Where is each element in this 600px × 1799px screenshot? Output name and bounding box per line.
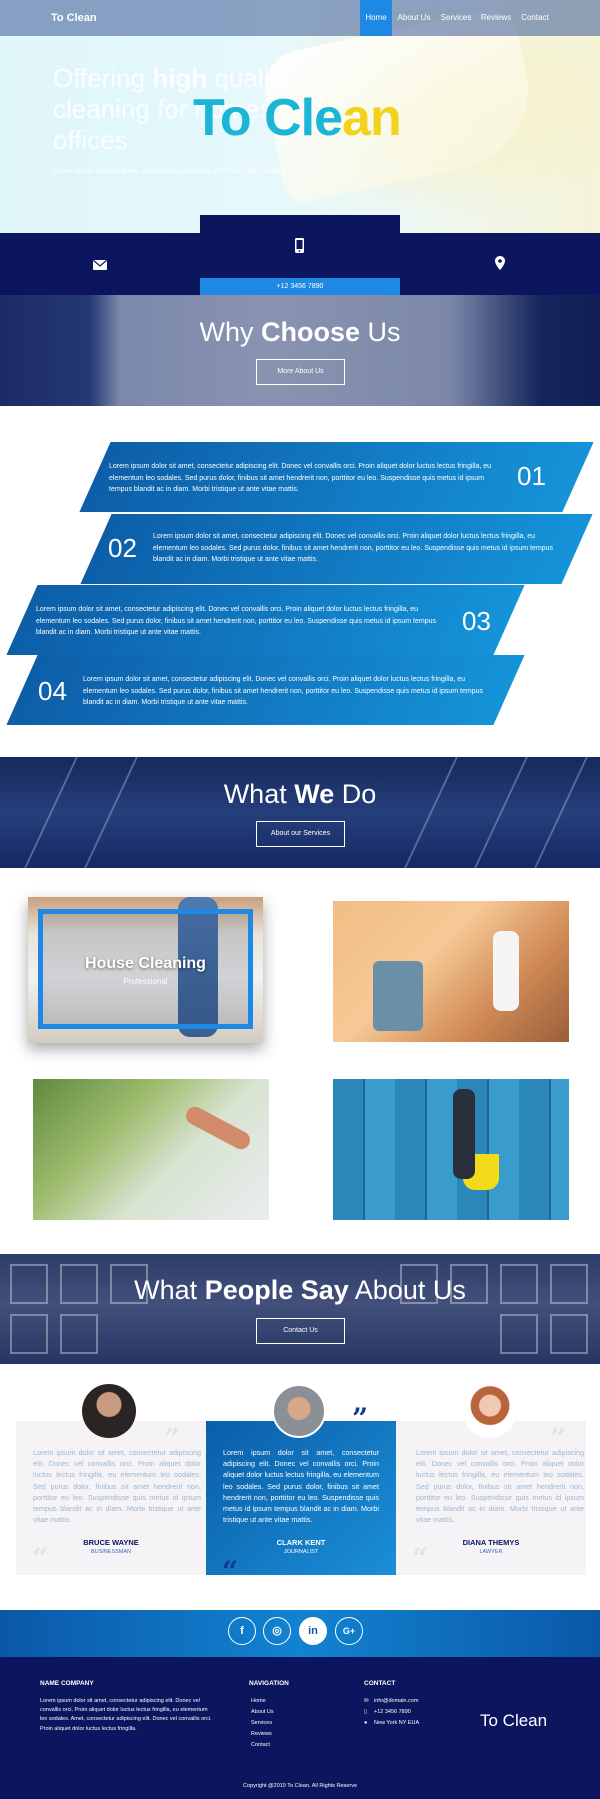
avatar-clark-kent (272, 1384, 326, 1438)
avatar-bruce-wayne (82, 1384, 136, 1438)
house-cleaning-title: House Cleaning (85, 955, 206, 972)
why-choose-banner: Why Choose Us More About Us (0, 295, 600, 406)
why-choose-title: Why Choose Us (199, 317, 401, 347)
footer-company-heading: NAME COMPANY (40, 1680, 94, 1687)
feature-03-text: Lorem ipsum dolor sit amet, consectetur … (36, 606, 436, 636)
feature-card-02: 02 Lorem ipsum dolor sit amet, consectet… (80, 514, 593, 584)
top-navbar: To Clean Home About Us Services Reviews … (0, 0, 600, 36)
worker-figure (493, 931, 519, 1011)
feature-card-03: Lorem ipsum dolor sit amet, consectetur … (6, 585, 525, 655)
nav-home[interactable]: Home (360, 0, 392, 36)
google-plus-icon[interactable]: G+ (335, 1617, 363, 1645)
testimonial-1-text: Lorem ipsum dolor sit amet, consectetur … (33, 1448, 201, 1525)
feature-01-number: 01 (517, 461, 546, 491)
hero-subtitle: Lorem ipsum dolor sit amet, consectetur … (53, 168, 301, 175)
facade-cleaning-photo[interactable] (333, 1079, 569, 1220)
bin-shape (373, 961, 423, 1031)
window-cleaning-photo[interactable] (33, 1079, 269, 1220)
avatar-diana-themys (463, 1384, 517, 1438)
footer-email[interactable]: info@domain.com (374, 1698, 418, 1704)
testimonial-3-name: DIANA THEMYS (462, 1538, 520, 1547)
nav-reviews[interactable]: Reviews (478, 0, 514, 36)
feature-04-number: 04 (38, 676, 67, 706)
footer-link-contact[interactable]: Contact (251, 1742, 270, 1748)
climber-figure (453, 1089, 475, 1179)
feature-02-number: 02 (108, 533, 137, 563)
footer-link-about[interactable]: About Us (251, 1709, 274, 1715)
location-icon: ● (364, 1720, 368, 1726)
about-services-button[interactable]: About our Services (256, 821, 345, 847)
feature-04-text: Lorem ipsum dolor sit amet, consectetur … (83, 676, 483, 706)
mobile-icon[interactable] (295, 238, 304, 258)
nav-contact[interactable]: Contact (517, 0, 553, 36)
envelope-icon[interactable] (92, 257, 108, 275)
footer-contact-heading: CONTACT (364, 1680, 396, 1687)
feature-card-01: Lorem ipsum dolor sit amet, consectetur … (79, 442, 594, 512)
hero-logo: To Clean (193, 89, 402, 147)
feature-card-04: 04 Lorem ipsum dolor sit amet, consectet… (6, 655, 525, 725)
phone-icon: ▯ (364, 1709, 368, 1715)
renovation-cleaning-photo[interactable] (333, 901, 569, 1042)
footer-logo[interactable]: To Clean (480, 1711, 547, 1731)
email-icon: ✉ (364, 1698, 369, 1704)
hand-squeegee (182, 1103, 254, 1153)
testimonial-3-role: LAWYER (479, 1549, 503, 1555)
feature-03-number: 03 (462, 606, 491, 636)
testimonial-card-2: Lorem ipsum dolor sit amet, consectetur … (206, 1421, 396, 1575)
contact-phone[interactable]: +12 3456 7890 (200, 278, 400, 295)
nav-about-us[interactable]: About Us (395, 0, 433, 36)
footer-navigation-heading: NAVIGATION (249, 1680, 289, 1687)
what-we-do-banner: What We Do About our Services (0, 757, 600, 868)
quote-open-icon: “ (222, 1555, 239, 1588)
more-about-us-button[interactable]: More About Us (256, 359, 345, 385)
linkedin-icon[interactable]: in (299, 1617, 327, 1645)
testimonial-card-1: ” “ Lorem ipsum dolor sit amet, consecte… (16, 1421, 206, 1575)
footer-company-text: Lorem ipsum dolor sit amet, consectetur … (40, 1698, 212, 1732)
feature-01-text: Lorem ipsum dolor sit amet, consectetur … (109, 463, 492, 493)
footer-address: New York NY EUA (374, 1720, 420, 1726)
footer-link-services[interactable]: Services (251, 1720, 272, 1726)
copyright: Copyright @2019 To Clean. All Rights Res… (242, 1783, 357, 1789)
contact-us-button[interactable]: Contact Us (256, 1318, 345, 1344)
instagram-icon[interactable]: ◎ (263, 1617, 291, 1645)
quote-close-icon: ” (352, 1402, 369, 1435)
testimonial-1-role: BUSINESSMAN (90, 1549, 132, 1555)
testimonial-2-name: CLARK KENT (276, 1538, 326, 1547)
testimonials-banner: What People Say About Us Contact Us (0, 1254, 600, 1364)
footer-link-reviews[interactable]: Reviews (251, 1731, 272, 1737)
footer-link-home[interactable]: Home (251, 1698, 266, 1704)
testimonial-2-text: Lorem ipsum dolor sit amet, consectetur … (223, 1448, 379, 1525)
what-we-do-title: What We Do (223, 779, 377, 809)
brand-logo[interactable]: To Clean (51, 12, 97, 24)
map-pin-icon[interactable] (495, 256, 505, 275)
testimonials-title: What People Say About Us (134, 1275, 466, 1305)
testimonial-card-3: ” “ Lorem ipsum dolor sit amet, consecte… (396, 1421, 586, 1575)
testimonial-1-name: BRUCE WAYNE (83, 1538, 139, 1547)
footer-phone[interactable]: +12 3456 7890 (374, 1709, 411, 1715)
testimonial-3-text: Lorem ipsum dolor sit amet, consectetur … (416, 1448, 584, 1525)
house-cleaning-subtitle: Professional (123, 977, 168, 986)
facebook-icon[interactable]: f (228, 1617, 256, 1645)
nav-services[interactable]: Services (437, 0, 475, 36)
feature-02-text: Lorem ipsum dolor sit amet, consectetur … (153, 533, 553, 563)
house-cleaning-card[interactable]: House Cleaning Professional (28, 897, 263, 1043)
